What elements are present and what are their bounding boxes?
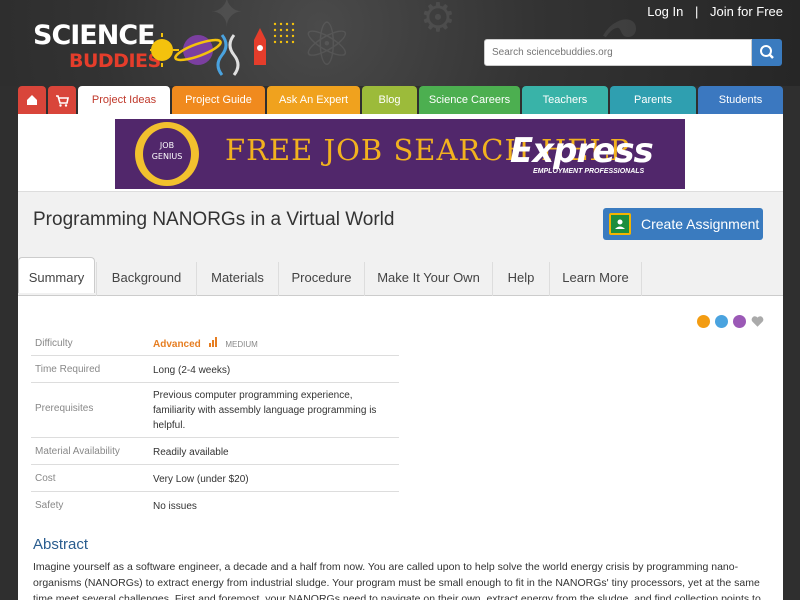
table-row: Difficulty Advanced MEDIUM: [31, 328, 399, 356]
nav-ask-an-expert[interactable]: Ask An Expert: [267, 86, 360, 114]
gear-doodle-icon: ⚙: [420, 0, 456, 41]
tab-background[interactable]: Background: [96, 262, 196, 296]
nav-science-careers[interactable]: Science Careers: [419, 86, 520, 114]
nav-project-ideas[interactable]: Project Ideas: [78, 86, 170, 114]
login-link[interactable]: Log In: [647, 4, 683, 19]
material-label: Material Availability: [35, 446, 120, 457]
time-label: Time Required: [35, 364, 101, 375]
logo-illustration-icon: [150, 22, 295, 76]
top-links: Log In | Join for Free: [647, 4, 783, 19]
search-input[interactable]: [484, 39, 752, 66]
nav-project-guide[interactable]: Project Guide: [172, 86, 265, 114]
heart-icon[interactable]: [751, 315, 764, 328]
main-content: JOB GENIUS FREE JOB SEARCH HELP Express …: [18, 114, 783, 600]
summary-table: Difficulty Advanced MEDIUM Time Required…: [31, 328, 399, 519]
difficulty-medium: MEDIUM: [225, 340, 258, 349]
prereq-value: Previous computer programming experience…: [153, 390, 377, 431]
ad-brand-sub: EMPLOYMENT PROFESSIONALS: [533, 168, 645, 175]
tab-help[interactable]: Help: [492, 262, 549, 296]
cost-value: Very Low (under $20): [153, 474, 249, 485]
cart-icon: [56, 95, 69, 107]
join-link[interactable]: Join for Free: [710, 4, 783, 19]
difficulty-advanced: Advanced: [153, 339, 201, 350]
table-row: Material Availability Readily available: [31, 438, 399, 465]
material-value: Readily available: [153, 447, 229, 458]
abstract-heading: Abstract: [33, 536, 89, 553]
create-assignment-label: Create Assignment: [641, 216, 760, 232]
badge-line2: GENIUS: [151, 152, 183, 161]
logo-science: SCIENCE: [33, 20, 156, 51]
ad-brand: Express: [510, 131, 654, 171]
cost-label: Cost: [35, 473, 56, 484]
logo-buddies: BUDDIES: [69, 50, 161, 72]
safety-label: Safety: [35, 500, 64, 511]
tab-make-it-your-own[interactable]: Make It Your Own: [364, 262, 492, 296]
difficulty-value: Advanced MEDIUM: [153, 337, 393, 352]
main-nav: Project Ideas Project Guide Ask An Exper…: [18, 86, 783, 114]
nav-home[interactable]: [18, 86, 46, 114]
search-bar: [484, 39, 782, 66]
page-title: Programming NANORGs in a Virtual World: [33, 209, 395, 230]
site-header: ⚛ ⚙ ⚗ ✦ SCIENCE BUDDIES Log In | Join fo…: [0, 0, 800, 86]
home-icon: [27, 95, 37, 105]
remind-icon[interactable]: [697, 315, 710, 328]
search-icon: [760, 45, 774, 59]
site-logo[interactable]: SCIENCE BUDDIES: [33, 20, 161, 73]
table-row: Time Required Long (2-4 weeks): [31, 356, 399, 383]
job-genius-badge: JOB GENIUS: [135, 122, 199, 186]
search-button[interactable]: [752, 39, 782, 66]
atom-doodle-icon: ⚛: [300, 10, 354, 80]
table-row: Cost Very Low (under $20): [31, 465, 399, 492]
prereq-label: Prerequisites: [35, 403, 94, 414]
tab-summary[interactable]: Summary: [18, 257, 95, 293]
ad-banner[interactable]: JOB GENIUS FREE JOB SEARCH HELP Express …: [115, 119, 685, 189]
print-icon[interactable]: [715, 315, 728, 328]
share-icons: [697, 315, 767, 329]
tab-learn-more[interactable]: Learn More: [549, 262, 642, 296]
tab-materials[interactable]: Materials: [196, 262, 278, 296]
nav-blog[interactable]: Blog: [362, 86, 417, 114]
badge-line1: JOB: [159, 141, 175, 150]
nav-teachers[interactable]: Teachers: [522, 86, 608, 114]
safety-value: No issues: [153, 501, 197, 512]
table-row: Safety No issues: [31, 492, 399, 519]
create-assignment-button[interactable]: Create Assignment: [603, 208, 763, 240]
nav-parents[interactable]: Parents: [610, 86, 696, 114]
nav-students[interactable]: Students: [698, 86, 783, 114]
table-row: Prerequisites Previous computer programm…: [31, 383, 399, 438]
tab-bar: Summary Background Materials Procedure M…: [18, 257, 783, 296]
title-bar: Programming NANORGs in a Virtual World C…: [18, 191, 783, 262]
tab-procedure[interactable]: Procedure: [278, 262, 364, 296]
difficulty-label: Difficulty: [35, 338, 73, 349]
abstract-text: Imagine yourself as a software engineer,…: [33, 561, 761, 600]
email-icon[interactable]: [733, 315, 746, 328]
nav-cart[interactable]: [48, 86, 76, 114]
difficulty-bars-icon: [208, 337, 217, 347]
time-value: Long (2-4 weeks): [153, 365, 231, 376]
top-links-separator: |: [695, 4, 699, 19]
google-classroom-icon: [609, 213, 631, 235]
